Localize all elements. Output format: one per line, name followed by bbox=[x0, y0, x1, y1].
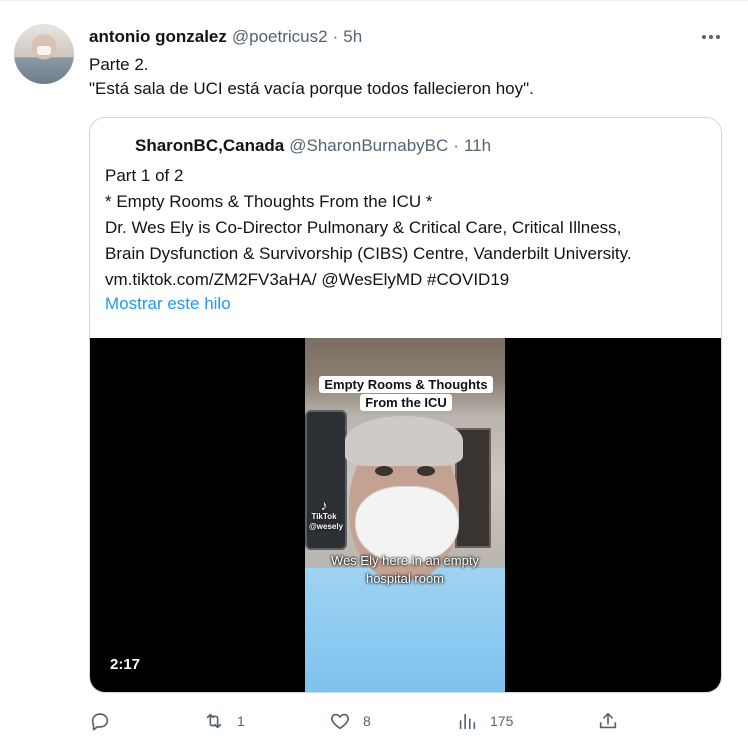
author-handle[interactable]: @poetricus2 bbox=[232, 27, 328, 47]
quoted-time: 11h bbox=[463, 136, 492, 155]
quoted-author-name: SharonBC,Canada bbox=[135, 136, 285, 155]
share-button[interactable] bbox=[597, 707, 619, 735]
quoted-text-line: Brain Dysfunction & Survivorship (CIBS) … bbox=[105, 244, 632, 263]
retweet-count: 1 bbox=[237, 713, 245, 729]
video-player[interactable]: Empty Rooms & Thoughts From the ICU ♪ Ti… bbox=[90, 338, 721, 692]
quoted-tweet[interactable]: SharonBC,Canada @SharonBurnabyBC · 11h P… bbox=[89, 117, 722, 693]
quoted-text-line: * Empty Rooms & Thoughts From the ICU * bbox=[105, 192, 433, 211]
separator-dot: · bbox=[332, 27, 339, 46]
tweet-time[interactable]: 5h bbox=[343, 27, 362, 47]
avatar[interactable] bbox=[14, 24, 74, 84]
tweet-header: antonio gonzalez @poetricus2 · 5h bbox=[89, 26, 362, 48]
show-thread-link[interactable]: Mostrar este hilo bbox=[105, 294, 231, 314]
share-icon bbox=[599, 712, 617, 729]
video-frame[interactable]: Empty Rooms & Thoughts From the ICU ♪ Ti… bbox=[305, 338, 505, 692]
video-overlay-title: Empty Rooms & Thoughts From the ICU bbox=[317, 376, 495, 412]
video-caption: Wes Ely here in an empty hospital room bbox=[313, 552, 497, 588]
video-duration: 2:17 bbox=[110, 656, 141, 673]
tiktok-watermark: ♪ TikTok @wesely bbox=[309, 497, 344, 532]
more-icon[interactable] bbox=[699, 26, 723, 48]
heart-icon bbox=[331, 713, 349, 730]
quoted-text-line: vm.tiktok.com/ZM2FV3aHA/ @WesElyMD #COVI… bbox=[105, 270, 510, 289]
quoted-text-line: Part 1 of 2 bbox=[105, 166, 184, 185]
eye bbox=[375, 466, 393, 476]
eye bbox=[417, 466, 435, 476]
tweet[interactable]: antonio gonzalez @poetricus2 · 5h Parte … bbox=[0, 0, 748, 746]
overlay-title-line: Empty Rooms & Thoughts bbox=[319, 376, 493, 393]
author-name[interactable]: antonio gonzalez bbox=[89, 27, 227, 47]
retweet-button[interactable]: 1 bbox=[203, 707, 245, 735]
hair bbox=[345, 416, 463, 466]
quoted-header: SharonBC,Canada @SharonBurnabyBC · 11h bbox=[105, 135, 491, 157]
tweet-text-line: "Está sala de UCI está vacía porque todo… bbox=[89, 79, 534, 98]
quoted-avatar[interactable] bbox=[105, 135, 129, 157]
tiktok-label: TikTok bbox=[311, 512, 337, 521]
caption-line: Wes Ely here in an empty bbox=[331, 553, 479, 568]
action-bar: 1 8 175 bbox=[89, 707, 629, 735]
like-count: 8 bbox=[363, 713, 371, 729]
reply-icon bbox=[91, 713, 109, 731]
avatar-mask bbox=[37, 46, 51, 55]
reply-button[interactable] bbox=[89, 707, 123, 735]
like-button[interactable]: 8 bbox=[329, 707, 371, 735]
caption-line: hospital room bbox=[365, 571, 445, 586]
separator-dot: · bbox=[453, 136, 459, 155]
quoted-author-handle: @SharonBurnabyBC bbox=[289, 136, 449, 155]
views-icon bbox=[459, 713, 476, 730]
tiktok-handle: @wesely bbox=[309, 522, 344, 531]
views-count: 175 bbox=[490, 713, 514, 729]
tiktok-icon: ♪ bbox=[320, 497, 328, 513]
quoted-text: Part 1 of 2 * Empty Rooms & Thoughts Fro… bbox=[105, 163, 710, 293]
quoted-text-line: Dr. Wes Ely is Co-Director Pulmonary & C… bbox=[105, 218, 622, 237]
overlay-title-line: From the ICU bbox=[360, 394, 452, 411]
views-button[interactable]: 175 bbox=[456, 707, 513, 735]
tweet-text: Parte 2. "Está sala de UCI está vacía po… bbox=[89, 53, 534, 101]
retweet-icon bbox=[206, 713, 222, 729]
tweet-text-line: Parte 2. bbox=[89, 55, 149, 74]
